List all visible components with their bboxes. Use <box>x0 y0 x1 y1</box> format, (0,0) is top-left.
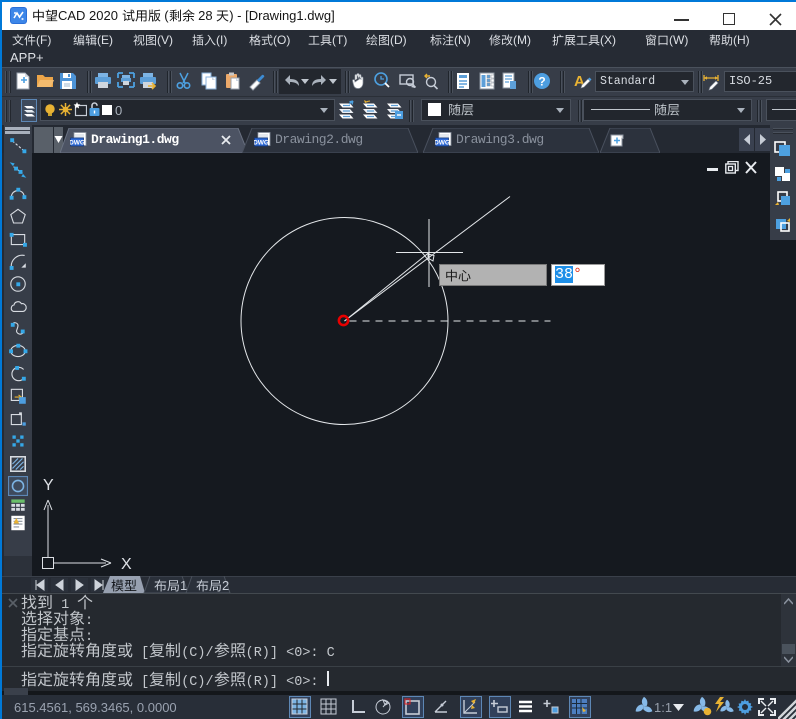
svg-text:X: X <box>121 556 132 573</box>
svg-text:Y: Y <box>43 477 54 494</box>
svg-text:DWG: DWG <box>70 140 85 147</box>
svg-text:?: ? <box>538 75 545 89</box>
svg-text:DWG: DWG <box>435 140 450 147</box>
svg-text:DWG: DWG <box>254 140 269 147</box>
